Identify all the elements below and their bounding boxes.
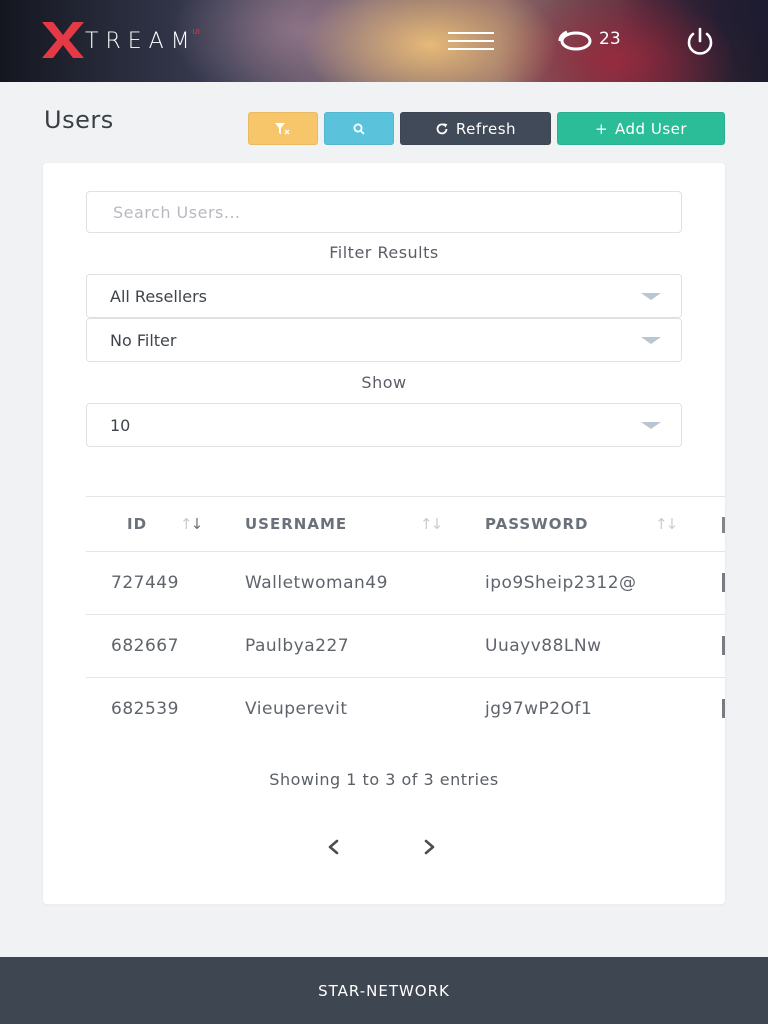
show-entries-select-value: 10 [110,415,131,435]
footer: STAR-NETWORK [0,957,768,1024]
connections-indicator[interactable]: 23 [557,28,621,54]
reseller-select-value: All Resellers [110,286,207,306]
hamburger-icon-bar [448,32,494,34]
column-header-clipped [722,517,725,533]
cell-password: jg97wP2Of1 [485,699,593,719]
column-header-username[interactable]: USERNAME [245,515,347,533]
logo-text: TREAM [85,29,197,54]
add-user-button[interactable]: + Add User [557,112,725,145]
chevron-down-icon [641,293,661,300]
chevron-down-icon [641,337,661,344]
cell-clipped [722,573,725,592]
search-icon [353,123,365,135]
table-row[interactable]: 727449 Walletwoman49 ipo9Sheip2312@ [86,552,725,615]
table-row[interactable]: 682539 Vieuperevit jg97wP2Of1 [86,678,725,741]
column-header-id[interactable]: ID [127,515,147,533]
cell-password: ipo9Sheip2312@ [485,573,637,593]
cell-password: Uuayv88LNw [485,636,602,656]
users-card: Filter Results All Resellers No Filter S… [43,163,725,904]
cell-id: 682539 [111,699,179,719]
chevron-right-icon[interactable] [420,835,440,859]
sort-icon[interactable]: ↑↓ [180,515,203,533]
show-entries-select[interactable]: 10 [86,403,682,447]
cell-clipped [722,699,725,718]
add-user-button-label: Add User [615,119,688,138]
filter-select[interactable]: No Filter [86,318,682,362]
logo-x-icon [42,22,84,58]
page-title: Users [44,106,114,134]
filter-results-label: Filter Results [329,243,439,262]
sort-icon[interactable]: ↑↓ [420,515,443,533]
cell-username: Walletwoman49 [245,573,388,593]
show-label: Show [361,373,407,392]
refresh-icon [436,122,448,134]
refresh-button[interactable]: Refresh [400,112,551,145]
logo-superscript: UI [192,28,200,36]
connections-icon [558,30,592,51]
entries-info: Showing 1 to 3 of 3 entries [269,770,499,789]
top-navbar: TREAM UI 23 [0,0,768,82]
connections-count: 23 [599,29,621,49]
chevron-left-icon[interactable] [323,835,343,859]
hamburger-menu-button[interactable] [448,30,494,52]
footer-text: STAR-NETWORK [318,981,450,1000]
table-header: ID ↑↓ USERNAME ↑↓ PASSWORD ↑↓ [86,496,725,552]
xtream-logo[interactable]: TREAM UI [42,22,200,58]
sort-icon[interactable]: ↑↓ [655,515,678,533]
search-button[interactable] [324,112,394,145]
refresh-button-label: Refresh [455,119,517,138]
cell-id: 727449 [111,573,179,593]
clear-filters-button[interactable] [248,112,318,145]
filter-clear-icon [275,122,290,134]
cell-clipped [722,636,725,655]
plus-icon: + [594,119,609,138]
cell-id: 682667 [111,636,179,656]
users-table: ID ↑↓ USERNAME ↑↓ PASSWORD ↑↓ 727449 Wal… [86,496,725,741]
reseller-select[interactable]: All Resellers [86,274,682,318]
search-users-input[interactable] [86,191,682,233]
cell-username: Vieuperevit [245,699,348,719]
table-row[interactable]: 682667 Paulbya227 Uuayv88LNw [86,615,725,678]
column-header-password[interactable]: PASSWORD [485,515,588,533]
hamburger-icon-bar [448,40,494,42]
chevron-down-icon [641,422,661,429]
power-icon[interactable] [683,26,717,58]
cell-username: Paulbya227 [245,636,350,656]
hamburger-icon-bar [448,48,494,50]
filter-select-value: No Filter [110,330,177,350]
